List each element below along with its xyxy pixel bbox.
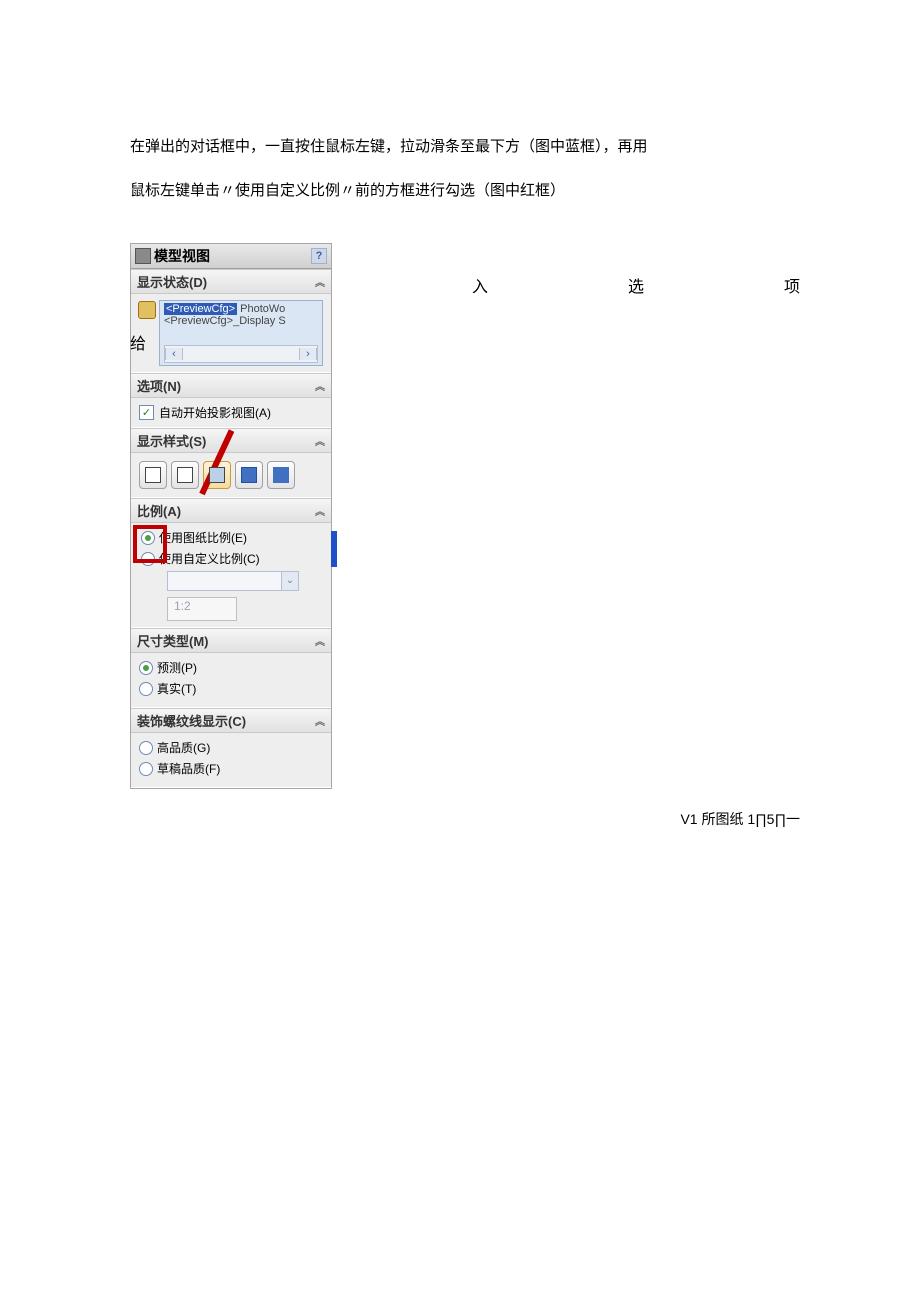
chevron-up-icon: ︽ bbox=[315, 274, 325, 289]
section-header-display-state[interactable]: 显示状态(D) ︽ bbox=[131, 270, 331, 294]
section-header-display-style[interactable]: 显示样式(S) ︽ bbox=[131, 429, 331, 453]
char-xuan: 选 bbox=[628, 273, 644, 297]
section-header-label: 装饰螺纹线显示(C) bbox=[137, 711, 246, 730]
style-hidden-lines-button[interactable] bbox=[171, 461, 199, 489]
custom-scale-dropdown[interactable]: ⌄ bbox=[167, 571, 299, 591]
projected-label: 预测(P) bbox=[157, 659, 197, 676]
section-header-scale[interactable]: 比例(A) ︽ bbox=[131, 499, 331, 523]
config-line-2: <PreviewCfg>_Display S bbox=[164, 315, 318, 327]
config-line-1-tag: <PreviewCfg> bbox=[164, 303, 237, 315]
instruction-line-2: 鼠标左键单击〃使用自定义比例〃前的方框进行勾选（图中红框） bbox=[130, 179, 800, 203]
config-line-1-rest: PhotoWo bbox=[237, 303, 285, 315]
scale-ratio-field[interactable]: 1:2 bbox=[167, 597, 237, 621]
use-custom-scale-radio[interactable] bbox=[141, 552, 155, 566]
help-icon[interactable]: ? bbox=[311, 248, 327, 264]
config-icon bbox=[138, 301, 156, 319]
section-header-label: 显示样式(S) bbox=[137, 431, 206, 450]
section-header-thread-display[interactable]: 装饰螺纹线显示(C) ︽ bbox=[131, 709, 331, 733]
panel-title-text: 模型视图 bbox=[154, 246, 210, 266]
panel-titlebar: 模型视图 ? bbox=[131, 244, 331, 269]
high-quality-label: 高品质(G) bbox=[157, 739, 210, 756]
char-ru: 入 bbox=[472, 273, 488, 297]
panel-icon bbox=[135, 248, 151, 264]
section-header-options[interactable]: 选项(N) ︽ bbox=[131, 374, 331, 398]
dropdown-arrow-icon: ⌄ bbox=[281, 572, 298, 590]
use-sheet-scale-radio[interactable] bbox=[141, 531, 155, 545]
style-hidden-removed-button[interactable] bbox=[203, 461, 231, 489]
scroll-left-icon[interactable]: ‹ bbox=[165, 348, 183, 360]
section-header-label: 比例(A) bbox=[137, 501, 181, 520]
section-header-label: 尺寸类型(M) bbox=[137, 631, 209, 650]
footer-note: V1 所图纸 1∏5∏一 bbox=[0, 809, 920, 829]
chevron-up-icon: ︽ bbox=[315, 633, 325, 648]
chevron-up-icon: ︽ bbox=[315, 713, 325, 728]
true-label: 真实(T) bbox=[157, 680, 196, 697]
display-style-group bbox=[139, 459, 323, 491]
use-custom-scale-label: 使用自定义比例(C) bbox=[159, 550, 260, 567]
blue-highlight-bar bbox=[331, 531, 337, 567]
use-sheet-scale-label: 使用图纸比例(E) bbox=[159, 529, 247, 546]
model-view-panel: 模型视图 ? 显示状态(D) ︽ <PreviewCfg> PhotoWo bbox=[130, 243, 332, 789]
chevron-up-icon: ︽ bbox=[315, 433, 325, 448]
projected-radio[interactable] bbox=[139, 661, 153, 675]
auto-projection-label: 自动开始投影视图(A) bbox=[159, 404, 271, 421]
draft-quality-label: 草稿品质(F) bbox=[157, 760, 220, 777]
style-wireframe-button[interactable] bbox=[139, 461, 167, 489]
display-state-listbox[interactable]: <PreviewCfg> PhotoWo <PreviewCfg>_Displa… bbox=[159, 300, 323, 366]
section-header-label: 选项(N) bbox=[137, 376, 181, 395]
section-header-label: 显示状态(D) bbox=[137, 272, 207, 291]
char-xiang: 项 bbox=[784, 273, 800, 297]
section-header-dimension-type[interactable]: 尺寸类型(M) ︽ bbox=[131, 629, 331, 653]
high-quality-radio[interactable] bbox=[139, 741, 153, 755]
style-shaded-edges-button[interactable] bbox=[235, 461, 263, 489]
char-gei: 给 bbox=[130, 330, 146, 354]
scroll-right-icon[interactable]: › bbox=[299, 348, 317, 360]
chevron-up-icon: ︽ bbox=[315, 503, 325, 518]
draft-quality-radio[interactable] bbox=[139, 762, 153, 776]
chevron-up-icon: ︽ bbox=[315, 378, 325, 393]
instruction-line-1: 在弹出的对话框中，一直按住鼠标左键，拉动滑条至最下方（图中蓝框），再用 bbox=[130, 135, 800, 159]
auto-projection-checkbox[interactable]: ✓ bbox=[139, 405, 154, 420]
true-radio[interactable] bbox=[139, 682, 153, 696]
style-shaded-button[interactable] bbox=[267, 461, 295, 489]
horizontal-scrollbar[interactable]: ‹ › bbox=[164, 345, 318, 363]
